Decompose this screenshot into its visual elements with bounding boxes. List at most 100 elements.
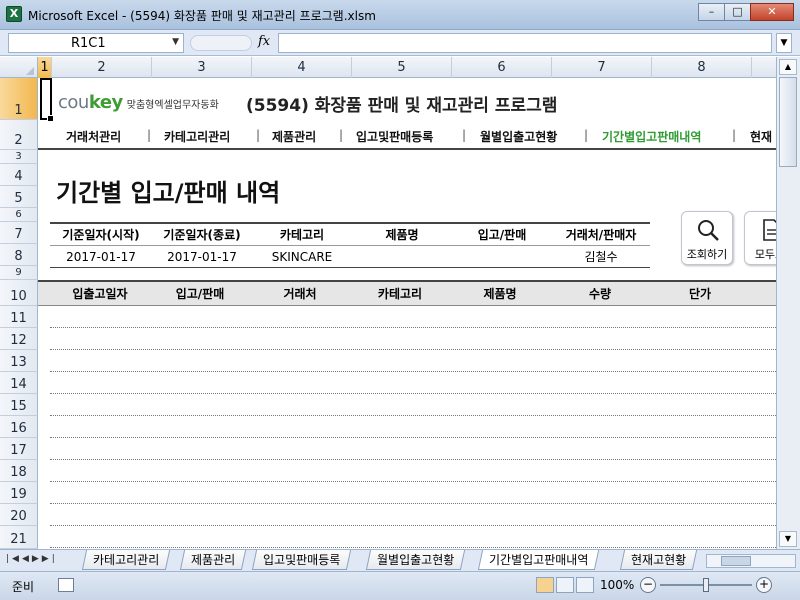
vendor-field[interactable]: 김철수: [552, 246, 650, 268]
vertical-scroll-thumb[interactable]: [779, 77, 797, 167]
row-header[interactable]: 4: [0, 164, 38, 186]
column-header[interactable]: 2: [52, 57, 152, 78]
row-header[interactable]: 15: [0, 394, 38, 416]
horizontal-scroll-thumb[interactable]: [721, 556, 751, 566]
column-header[interactable]: 5: [352, 57, 452, 78]
data-column-header: 카테고리: [377, 287, 423, 301]
vertical-scrollbar[interactable]: ▲ ▼: [776, 57, 800, 549]
tab-category[interactable]: 카테고리관리: [81, 550, 171, 570]
row-header[interactable]: 3: [0, 150, 38, 164]
filter-header-row: 기준일자(시작) 기준일자(종료) 카테고리 제품명 입고/판매 거래처/판매자: [50, 224, 650, 246]
coukey-logo: coukey 맞춤형엑셀업무자동화: [58, 92, 219, 113]
table-row[interactable]: [50, 328, 776, 350]
minimize-button[interactable]: –: [698, 3, 725, 21]
nav-item-current-stock[interactable]: 현재: [750, 128, 772, 145]
product-field[interactable]: [352, 246, 452, 268]
nav-item-products[interactable]: 제품관리: [272, 128, 316, 145]
zoom-slider-thumb[interactable]: [703, 578, 709, 592]
row-header[interactable]: 7: [0, 222, 38, 244]
row-header[interactable]: 13: [0, 350, 38, 372]
start-date-field[interactable]: 2017-01-17: [50, 246, 152, 268]
row-header[interactable]: 10: [0, 280, 38, 306]
search-button[interactable]: 조회하기: [681, 211, 733, 265]
sheet-tab-bar: |◀◀▶▶| 카테고리관리 제품관리 입고및판매등록 월별입출고현황 기간별입고…: [0, 549, 800, 571]
row-header[interactable]: 19: [0, 482, 38, 504]
horizontal-scrollbar[interactable]: [706, 554, 796, 568]
column-header[interactable]: 3: [152, 57, 252, 78]
select-all-corner[interactable]: [0, 57, 38, 78]
row-header[interactable]: 11: [0, 306, 38, 328]
row-header[interactable]: 21: [0, 526, 38, 549]
maximize-button[interactable]: □: [724, 3, 751, 21]
row-header[interactable]: 20: [0, 504, 38, 526]
tab-scroll-arrows-icon[interactable]: |◀◀▶▶|: [6, 554, 58, 564]
column-header[interactable]: 8: [652, 57, 752, 78]
close-button[interactable]: ✕: [750, 3, 794, 21]
data-column-header: 제품명: [483, 287, 517, 301]
tab-monthly-status[interactable]: 월별입출고현황: [365, 550, 466, 570]
row-header[interactable]: 16: [0, 416, 38, 438]
scroll-up-icon[interactable]: ▲: [779, 59, 797, 75]
zoom-out-icon[interactable]: −: [640, 577, 656, 593]
row-header[interactable]: 12: [0, 328, 38, 350]
category-field[interactable]: SKINCARE: [252, 246, 352, 268]
column-header[interactable]: 7: [552, 57, 652, 78]
formula-input[interactable]: [278, 33, 772, 53]
zoom-level[interactable]: 100%: [600, 578, 634, 592]
show-all-button-label: 모두표: [754, 248, 776, 261]
nav-item-period-history[interactable]: 기간별입고판매내역: [602, 128, 701, 145]
column-header[interactable]: 1: [38, 57, 52, 78]
nav-item-categories[interactable]: 카테고리관리: [164, 128, 230, 145]
nav-item-stock-sales-entry[interactable]: 입고및판매등록: [356, 128, 433, 145]
page-break-view-icon[interactable]: [576, 577, 594, 593]
table-row[interactable]: [50, 438, 776, 460]
page-layout-view-icon[interactable]: [556, 577, 574, 593]
row-header[interactable]: 8: [0, 244, 38, 266]
table-row[interactable]: [50, 350, 776, 372]
table-row[interactable]: [50, 460, 776, 482]
table-row[interactable]: [50, 526, 776, 548]
macro-record-icon[interactable]: [58, 578, 74, 592]
tab-stock-sales-entry[interactable]: 입고및판매등록: [251, 550, 352, 570]
show-all-button[interactable]: 모두표: [744, 211, 776, 265]
type-field[interactable]: [452, 246, 552, 268]
row-header[interactable]: 17: [0, 438, 38, 460]
tab-period-history[interactable]: 기간별입고판매내역: [477, 550, 600, 570]
zoom-in-icon[interactable]: +: [756, 577, 772, 593]
nav-separator: |: [339, 128, 344, 142]
data-column-header: 입출고일자: [72, 287, 128, 301]
worksheet-grid[interactable]: coukey 맞춤형엑셀업무자동화 (5594) 화장품 판매 및 재고관리 프로…: [38, 78, 776, 549]
chevron-down-icon[interactable]: ▼: [172, 37, 179, 47]
insert-function-icon[interactable]: fx: [258, 34, 270, 49]
normal-view-icon[interactable]: [536, 577, 554, 593]
active-cell[interactable]: [40, 78, 54, 122]
tab-products[interactable]: 제품관리: [179, 550, 247, 570]
nav-item-monthly-status[interactable]: 월별입출고현황: [480, 128, 557, 145]
nav-item-vendors[interactable]: 거래처관리: [66, 128, 121, 145]
row-header[interactable]: 2: [0, 120, 38, 150]
excel-app-icon[interactable]: X: [6, 6, 22, 22]
search-icon: [698, 220, 719, 241]
column-header[interactable]: 4: [252, 57, 352, 78]
formula-bar: R1C1 ▼ fx ▼: [0, 30, 800, 56]
view-buttons: [536, 577, 594, 593]
table-row[interactable]: [50, 372, 776, 394]
row-header[interactable]: 18: [0, 460, 38, 482]
tab-current-stock[interactable]: 현재고현황: [619, 550, 698, 570]
scroll-down-icon[interactable]: ▼: [779, 531, 797, 547]
name-box[interactable]: R1C1 ▼: [8, 33, 184, 53]
formula-tools: fx: [188, 33, 276, 53]
column-header[interactable]: 6: [452, 57, 552, 78]
table-row[interactable]: [50, 306, 776, 328]
row-header[interactable]: 14: [0, 372, 38, 394]
table-row[interactable]: [50, 416, 776, 438]
row-header[interactable]: 6: [0, 208, 38, 222]
table-row[interactable]: [50, 504, 776, 526]
row-header[interactable]: 1: [0, 78, 38, 120]
table-row[interactable]: [50, 394, 776, 416]
end-date-field[interactable]: 2017-01-17: [152, 246, 252, 268]
row-header[interactable]: 9: [0, 266, 38, 280]
table-row[interactable]: [50, 482, 776, 504]
expand-formula-icon[interactable]: ▼: [776, 33, 792, 53]
row-header[interactable]: 5: [0, 186, 38, 208]
